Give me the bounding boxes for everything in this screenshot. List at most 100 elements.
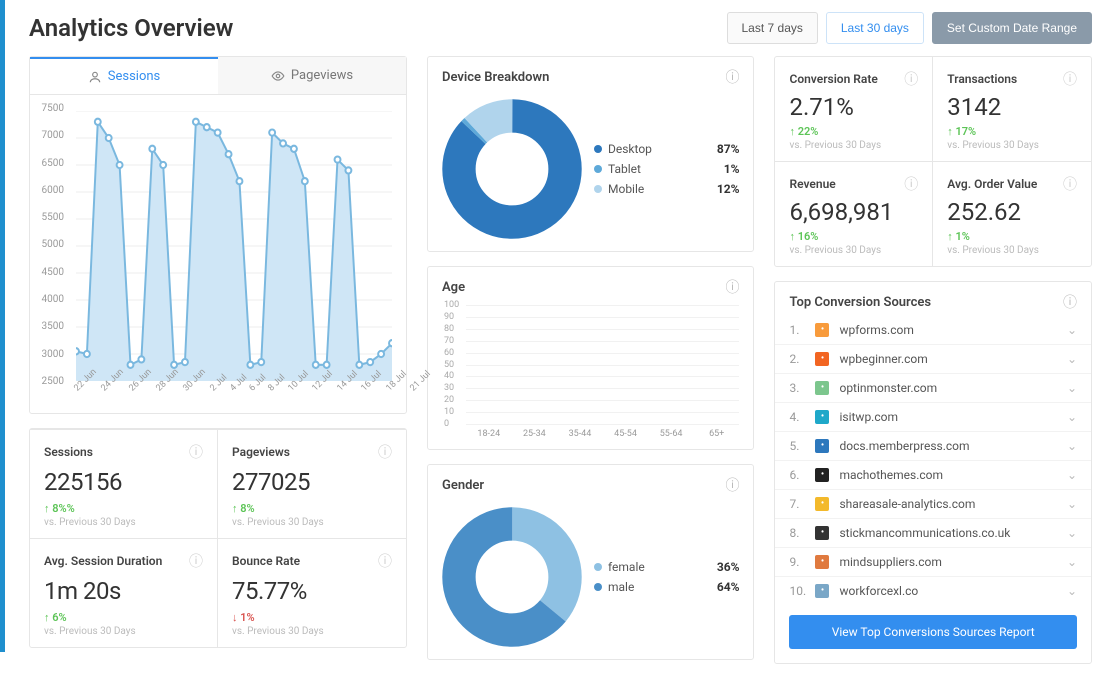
stat-cell: Sessions ⓘ 225156 ↑ 8%% vs. Previous 30 … <box>30 429 218 538</box>
info-icon[interactable]: ⓘ <box>1063 292 1077 312</box>
kpi-label: Conversion Rate <box>789 72 877 86</box>
kpi-compare: vs. Previous 30 Days <box>789 140 918 151</box>
tab-pageviews-label: Pageviews <box>291 68 353 83</box>
device-breakdown-card: Device Breakdown ⓘ Desktop87%Tablet1%Mob… <box>427 56 754 252</box>
favicon-icon: • <box>815 410 829 424</box>
tab-pageviews[interactable]: Pageviews <box>218 57 406 95</box>
chevron-down-icon: ⌄ <box>1067 468 1077 482</box>
stat-value: 225156 <box>44 468 203 496</box>
source-name: docs.memberpress.com <box>839 439 969 453</box>
tab-sessions-label: Sessions <box>108 69 161 84</box>
kpi-label: Avg. Order Value <box>947 177 1037 191</box>
info-icon[interactable]: ⓘ <box>378 551 392 571</box>
source-rank: 6. <box>789 468 805 482</box>
source-row[interactable]: 10. • workforcexl.co ⌄ <box>775 576 1091 605</box>
source-row[interactable]: 2. • wpbeginner.com ⌄ <box>775 344 1091 373</box>
kpi-cell: Transactions ⓘ 3142 ↑ 17% vs. Previous 3… <box>933 57 1091 161</box>
stat-value: 75.77% <box>232 577 392 605</box>
stat-compare: vs. Previous 30 Days <box>232 517 392 528</box>
stat-value: 1m 20s <box>44 577 203 605</box>
favicon-icon: • <box>815 526 829 540</box>
source-rank: 1. <box>789 323 805 337</box>
user-icon <box>88 70 102 84</box>
favicon-icon: • <box>815 323 829 337</box>
stat-change: ↓ 1% <box>232 611 392 624</box>
stat-label: Pageviews <box>232 445 290 459</box>
stat-label: Sessions <box>44 445 93 459</box>
info-icon[interactable]: ⓘ <box>189 442 203 462</box>
info-icon[interactable]: ⓘ <box>1063 69 1077 89</box>
source-name: isitwp.com <box>839 410 898 424</box>
chevron-down-icon: ⌄ <box>1067 323 1077 337</box>
info-icon[interactable]: ⓘ <box>1063 174 1077 194</box>
stat-change: ↑ 8% <box>232 502 392 515</box>
chevron-down-icon: ⌄ <box>1067 497 1077 511</box>
source-row[interactable]: 1. • wpforms.com ⌄ <box>775 316 1091 344</box>
favicon-icon: • <box>815 381 829 395</box>
view-report-button[interactable]: View Top Conversions Sources Report <box>789 615 1077 649</box>
kpi-cell: Conversion Rate ⓘ 2.71% ↑ 22% vs. Previo… <box>775 57 933 161</box>
stat-compare: vs. Previous 30 Days <box>44 517 203 528</box>
kpi-value: 252.62 <box>947 198 1077 226</box>
info-icon[interactable]: ⓘ <box>725 475 739 495</box>
stat-value: 277025 <box>232 468 392 496</box>
source-rank: 4. <box>789 410 805 424</box>
stat-label: Avg. Session Duration <box>44 554 162 568</box>
source-name: stickmancommunications.co.uk <box>839 526 1010 540</box>
kpi-change: ↑ 16% <box>789 230 918 243</box>
sessions-chart-card: Sessions Pageviews 750070006500600055005… <box>29 56 407 414</box>
info-icon[interactable]: ⓘ <box>378 442 392 462</box>
range-last7-button[interactable]: Last 7 days <box>727 12 818 44</box>
source-row[interactable]: 7. • shareasale-analytics.com ⌄ <box>775 489 1091 518</box>
stat-compare: vs. Previous 30 Days <box>44 626 203 637</box>
kpi-compare: vs. Previous 30 Days <box>947 140 1077 151</box>
range-last30-button[interactable]: Last 30 days <box>826 12 924 44</box>
favicon-icon: • <box>815 555 829 569</box>
source-row[interactable]: 8. • stickmancommunications.co.uk ⌄ <box>775 518 1091 547</box>
favicon-icon: • <box>815 468 829 482</box>
favicon-icon: • <box>815 584 829 598</box>
kpi-change: ↑ 22% <box>789 125 918 138</box>
chevron-down-icon: ⌄ <box>1067 410 1077 424</box>
gender-card: Gender ⓘ female36%male64% <box>427 464 754 660</box>
legend-item: male64% <box>594 577 739 597</box>
eye-icon <box>271 69 285 83</box>
info-icon[interactable]: ⓘ <box>189 551 203 571</box>
source-rank: 10. <box>789 584 805 598</box>
tab-sessions[interactable]: Sessions <box>30 57 218 95</box>
chevron-down-icon: ⌄ <box>1067 352 1077 366</box>
range-custom-button[interactable]: Set Custom Date Range <box>932 12 1092 44</box>
kpi-label: Transactions <box>947 72 1017 86</box>
page-title: Analytics Overview <box>29 14 233 42</box>
stat-change: ↑ 8%% <box>44 502 203 515</box>
kpi-value: 2.71% <box>789 93 918 121</box>
source-name: mindsuppliers.com <box>839 555 941 569</box>
source-rank: 7. <box>789 497 805 511</box>
stat-cell: Pageviews ⓘ 277025 ↑ 8% vs. Previous 30 … <box>218 429 406 538</box>
info-icon[interactable]: ⓘ <box>904 69 918 89</box>
chevron-down-icon: ⌄ <box>1067 526 1077 540</box>
source-row[interactable]: 5. • docs.memberpress.com ⌄ <box>775 431 1091 460</box>
source-rank: 2. <box>789 352 805 366</box>
kpi-compare: vs. Previous 30 Days <box>789 245 918 256</box>
info-icon[interactable]: ⓘ <box>725 277 739 297</box>
source-row[interactable]: 6. • machothemes.com ⌄ <box>775 460 1091 489</box>
legend-item: Tablet1% <box>594 159 739 179</box>
source-row[interactable]: 3. • optinmonster.com ⌄ <box>775 373 1091 402</box>
sources-title: Top Conversion Sources <box>789 295 931 310</box>
source-row[interactable]: 4. • isitwp.com ⌄ <box>775 402 1091 431</box>
chevron-down-icon: ⌄ <box>1067 584 1077 598</box>
source-rank: 3. <box>789 381 805 395</box>
age-card: Age ⓘ 1009080706050403020100 18-2425-343… <box>427 266 754 450</box>
legend-item: Mobile12% <box>594 179 739 199</box>
stat-change: ↑ 6% <box>44 611 203 624</box>
stat-label: Bounce Rate <box>232 554 300 568</box>
kpi-change: ↑ 1% <box>947 230 1077 243</box>
info-icon[interactable]: ⓘ <box>725 67 739 87</box>
source-name: machothemes.com <box>839 468 943 482</box>
source-row[interactable]: 9. • mindsuppliers.com ⌄ <box>775 547 1091 576</box>
source-name: wpforms.com <box>839 323 913 337</box>
info-icon[interactable]: ⓘ <box>904 174 918 194</box>
age-card-title: Age <box>442 280 465 295</box>
favicon-icon: • <box>815 439 829 453</box>
